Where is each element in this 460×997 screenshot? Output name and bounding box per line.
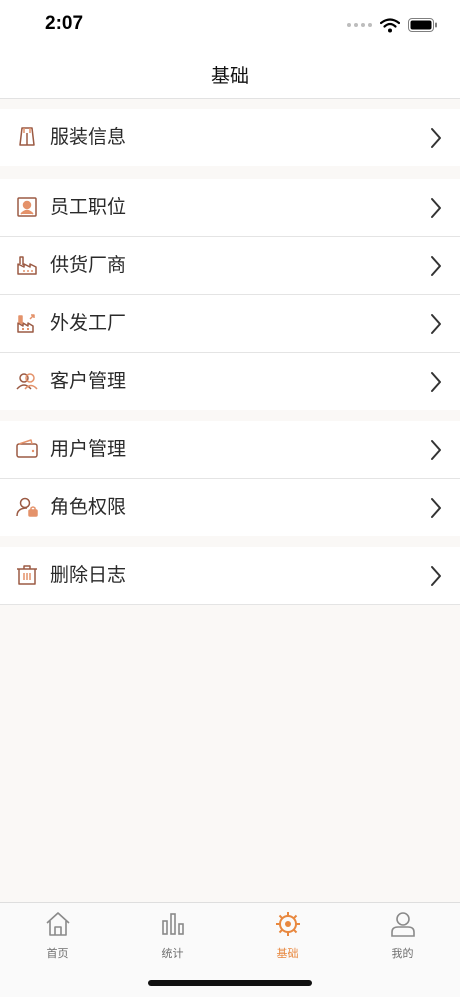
list-item-label: 服装信息 [50, 126, 127, 148]
list-item-clothing-info[interactable]: 服装信息 [0, 109, 460, 166]
chevron-right-icon [431, 128, 441, 148]
chevron-right-icon [431, 566, 441, 586]
chevron-right-icon [431, 198, 441, 218]
settings-group-3: 用户管理 角色权限 [0, 421, 460, 536]
settings-group-1: 服装信息 [0, 109, 460, 166]
wifi-icon [380, 17, 400, 32]
chevron-right-icon [431, 372, 441, 392]
list-item-label: 用户管理 [50, 438, 127, 460]
list-item-customer-management[interactable]: 客户管理 [0, 353, 460, 410]
page-title: 基础 [210, 64, 249, 87]
bar-chart-icon [161, 913, 184, 935]
settings-group-2: 员工职位 供货厂商 外发工厂 客户管理 [0, 179, 460, 410]
employee-badge-icon [15, 195, 39, 219]
tab-profile[interactable]: 我的 [345, 911, 460, 963]
list-item-label: 员工职位 [50, 196, 127, 218]
tab-basics[interactable]: 基础 [230, 911, 345, 963]
chevron-right-icon [431, 498, 441, 518]
nav-bar: 基础 [0, 50, 460, 99]
outsource-factory-icon [15, 311, 39, 335]
user-lock-icon [15, 495, 39, 519]
settings-group-4: 删除日志 [0, 547, 460, 605]
chevron-right-icon [431, 314, 441, 334]
home-icon [45, 912, 70, 936]
list-item-outsource-factory[interactable]: 外发工厂 [0, 295, 460, 353]
battery-icon [408, 18, 437, 32]
tab-home[interactable]: 首页 [0, 911, 115, 963]
trash-icon [15, 563, 39, 587]
tab-statistics[interactable]: 统计 [115, 911, 230, 963]
person-icon [390, 912, 415, 937]
list-item-label: 外发工厂 [50, 312, 127, 334]
list-item-role-permissions[interactable]: 角色权限 [0, 479, 460, 536]
tab-label: 统计 [161, 947, 184, 960]
status-icons [347, 16, 438, 34]
tab-label: 首页 [46, 947, 69, 960]
status-bar: 2:07 [0, 0, 460, 50]
list-item-label: 角色权限 [50, 496, 127, 518]
home-indicator[interactable] [148, 980, 312, 986]
clothing-icon [15, 125, 39, 149]
list-item-employee-position[interactable]: 员工职位 [0, 179, 460, 237]
list-item-user-management[interactable]: 用户管理 [0, 421, 460, 479]
wallet-icon [15, 437, 39, 461]
chevron-right-icon [431, 256, 441, 276]
supplier-factory-icon [15, 253, 39, 277]
chevron-right-icon [431, 440, 441, 460]
gear-icon [275, 912, 300, 936]
list-item-label: 供货厂商 [50, 254, 127, 276]
list-item-deletion-log[interactable]: 删除日志 [0, 547, 460, 604]
status-time: 2:07 [45, 13, 84, 34]
tab-label: 基础 [276, 947, 299, 960]
list-item-label: 删除日志 [50, 564, 127, 586]
tab-label: 我的 [391, 947, 414, 960]
list-item-supplier[interactable]: 供货厂商 [0, 237, 460, 295]
signal-icon [347, 23, 372, 27]
customers-icon [15, 369, 39, 393]
list-item-label: 客户管理 [50, 370, 127, 392]
